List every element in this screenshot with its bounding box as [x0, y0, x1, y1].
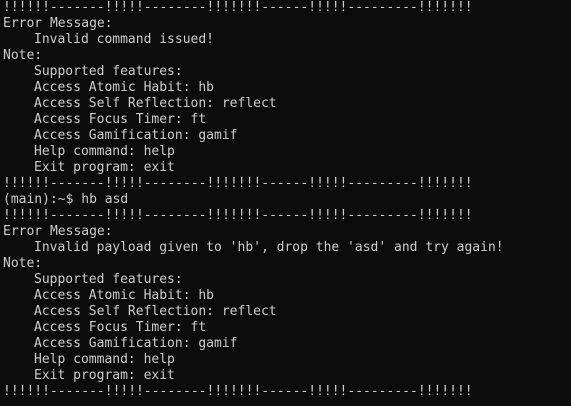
- separator-line: !!!!!!-------!!!!!--------!!!!!!!------!…: [3, 176, 473, 191]
- error-header: Error Message:: [3, 224, 113, 239]
- feature-line: Supported features:: [34, 64, 183, 79]
- feature-line: Access Focus Timer: ft: [34, 320, 207, 335]
- feature-line: Help command: help: [34, 352, 175, 367]
- feature-line: Exit program: exit: [34, 160, 175, 175]
- prompt-text: (main):~$: [3, 192, 82, 207]
- feature-line: Help command: help: [34, 144, 175, 159]
- note-header: Note:: [3, 256, 43, 271]
- feature-line: Exit program: exit: [34, 368, 175, 383]
- separator-line: !!!!!!-------!!!!!--------!!!!!!!------!…: [3, 384, 473, 399]
- feature-line: Access Atomic Habit: hb: [34, 288, 215, 303]
- feature-line: Access Self Reflection: reflect: [34, 304, 277, 319]
- note-header: Note:: [3, 48, 43, 63]
- feature-line: Access Atomic Habit: hb: [34, 80, 215, 95]
- separator-line: !!!!!!-------!!!!!--------!!!!!!!------!…: [3, 208, 473, 223]
- error-text: Invalid command issued!: [34, 32, 215, 47]
- command-input[interactable]: hb asd: [81, 192, 128, 207]
- feature-line: Access Gamification: gamif: [34, 128, 238, 143]
- error-text: Invalid payload given to 'hb', drop the …: [34, 240, 504, 255]
- feature-line: Access Self Reflection: reflect: [34, 96, 277, 111]
- feature-line: Access Focus Timer: ft: [34, 112, 207, 127]
- separator-line: !!!!!!-------!!!!!--------!!!!!!!------!…: [3, 0, 473, 15]
- error-header: Error Message:: [3, 16, 113, 31]
- feature-line: Access Gamification: gamif: [34, 336, 238, 351]
- feature-line: Supported features:: [34, 272, 183, 287]
- terminal-window[interactable]: !!!!!!-------!!!!!--------!!!!!!!------!…: [0, 0, 571, 406]
- prompt-line[interactable]: (main):~$ hb asd: [3, 192, 571, 208]
